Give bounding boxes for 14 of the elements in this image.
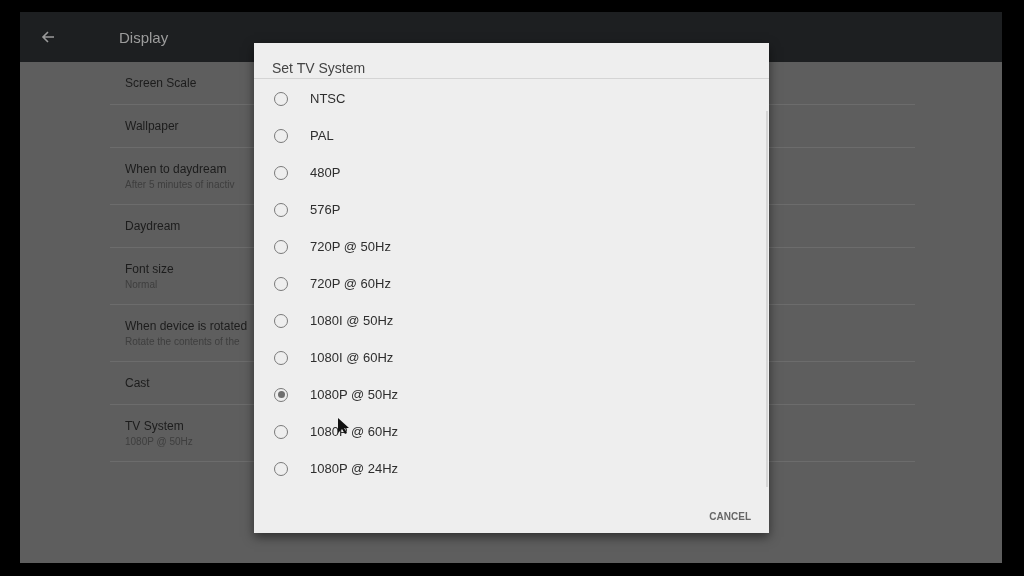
option-label[interactable]: NTSC	[310, 91, 346, 106]
option-label[interactable]: 720P @ 60Hz	[310, 276, 391, 291]
dialog-title: Set TV System	[254, 43, 769, 79]
page-title: Display	[119, 28, 169, 46]
option-label[interactable]: 1080P @ 24Hz	[310, 461, 399, 476]
option-label[interactable]: 1080I @ 50Hz	[310, 313, 394, 328]
cancel-button[interactable]: CANCEL	[707, 507, 753, 526]
option-label[interactable]: 720P @ 50Hz	[310, 239, 391, 254]
option-label[interactable]: 1080P @ 50Hz	[310, 387, 399, 402]
option-label[interactable]: 480P	[310, 165, 341, 180]
back-arrow-icon[interactable]	[41, 31, 55, 43]
option-label[interactable]: PAL	[310, 128, 334, 143]
option-label[interactable]: 576P	[310, 202, 341, 217]
option-label[interactable]: 1080I @ 60Hz	[310, 350, 394, 365]
